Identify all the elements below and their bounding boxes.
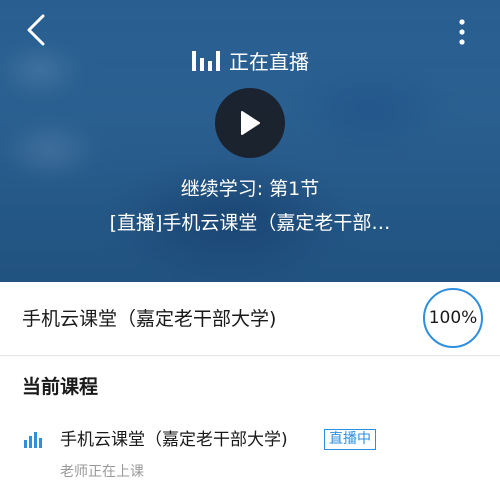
live-bars-icon [24,432,42,448]
back-button[interactable] [18,12,54,48]
course-progress-label: 100% [428,308,478,328]
more-vertical-icon [459,19,465,45]
play-button[interactable] [215,88,285,158]
live-bars-icon [192,51,220,71]
lesson-list-item[interactable]: 手机云课堂（嘉定老干部大学) 直播中 老师正在上课 [0,420,500,490]
course-name: 手机云课堂（嘉定老干部大学) [22,308,277,330]
lesson-name: 手机云课堂（嘉定老干部大学) [60,430,288,450]
live-status: 正在直播 [0,44,500,76]
section-title: 当前课程 [22,376,99,398]
chevron-left-icon [27,14,45,46]
play-icon [241,111,260,135]
live-badge: 直播中 [324,429,376,450]
resume-lesson-title: [直播]手机云课堂（嘉定老干部… [109,212,391,234]
live-status-label: 正在直播 [229,49,309,74]
course-summary: 手机云课堂（嘉定老干部大学) 100% [0,282,500,356]
resume-progress-text: 继续学习: 第1节 [180,178,320,200]
course-progress-ring: 100% [423,288,483,348]
video-player[interactable]: 正在直播 继续学习: 第1节 [直播]手机云课堂（嘉定老干部… [0,0,500,282]
lesson-status-text: 老师正在上课 [60,464,144,480]
